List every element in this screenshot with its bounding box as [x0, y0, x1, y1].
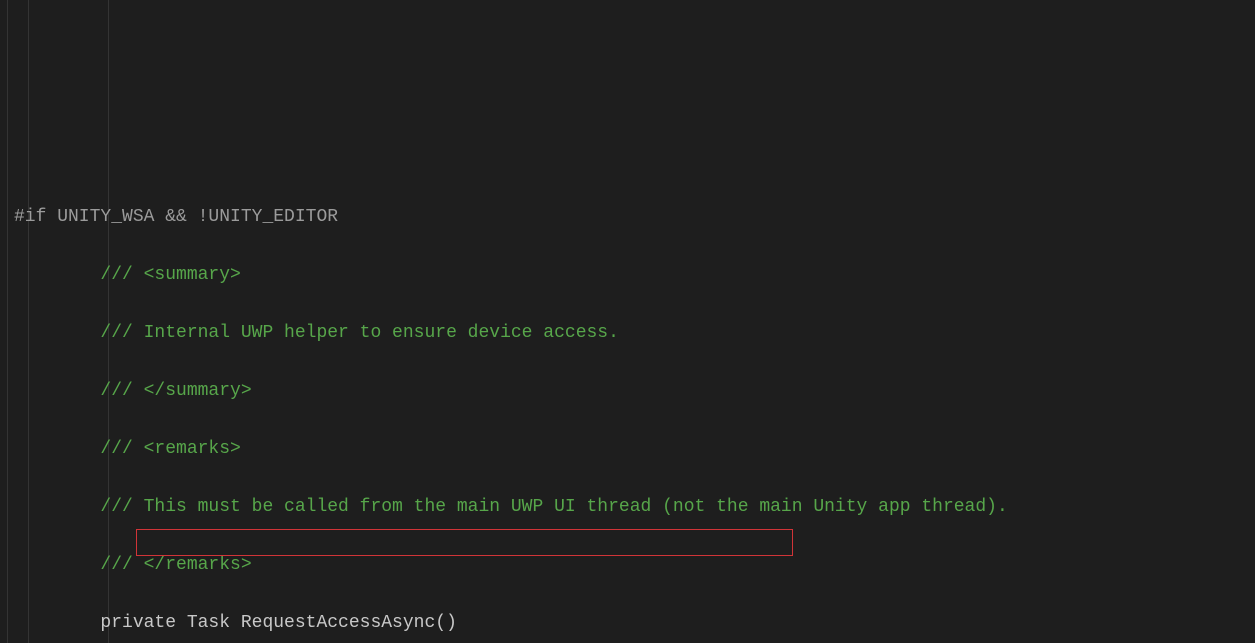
- code-line[interactable]: /// </remarks>: [14, 551, 1255, 580]
- code-line[interactable]: private Task RequestAccessAsync(): [14, 609, 1255, 638]
- code-editor[interactable]: #if UNITY_WSA && !UNITY_EDITOR /// <summ…: [0, 0, 1255, 643]
- code-line[interactable]: /// </summary>: [14, 377, 1255, 406]
- code-block[interactable]: #if UNITY_WSA && !UNITY_EDITOR /// <summ…: [0, 174, 1255, 643]
- code-line[interactable]: /// Internal UWP helper to ensure device…: [14, 319, 1255, 348]
- code-line[interactable]: /// This must be called from the main UW…: [14, 493, 1255, 522]
- code-line[interactable]: /// <summary>: [14, 261, 1255, 290]
- code-line[interactable]: #if UNITY_WSA && !UNITY_EDITOR: [14, 203, 1255, 232]
- code-line[interactable]: /// <remarks>: [14, 435, 1255, 464]
